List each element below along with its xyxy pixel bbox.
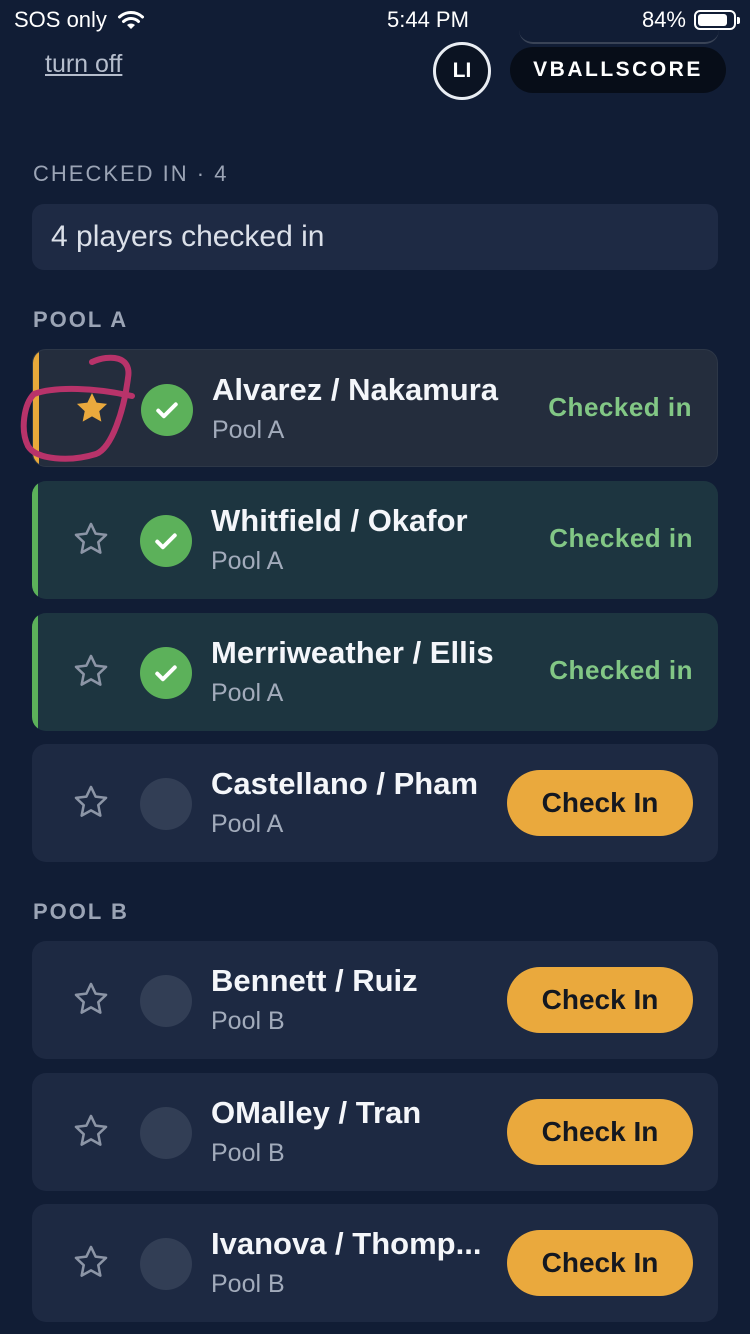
team-card[interactable]: Castellano / Pham Pool A Check In xyxy=(32,744,718,862)
pool-a-heading: POOL A xyxy=(33,307,129,332)
check-in-button[interactable]: Check In xyxy=(507,770,693,836)
check-in-button[interactable]: Check In xyxy=(507,1099,693,1165)
wifi-icon xyxy=(117,11,144,29)
unchecked-circle-icon xyxy=(140,1107,192,1159)
checked-in-status: Checked in xyxy=(549,523,693,553)
checked-in-summary: 4 players checked in xyxy=(32,204,718,270)
unchecked-circle-icon xyxy=(140,975,192,1027)
star-icon[interactable] xyxy=(72,980,110,1018)
star-icon[interactable] xyxy=(72,1112,110,1150)
team-names: OMalley / Tran xyxy=(211,1095,422,1130)
star-icon[interactable] xyxy=(72,652,110,690)
avatar[interactable]: LI xyxy=(433,42,491,100)
team-pool: Pool A xyxy=(211,810,284,838)
team-pool: Pool B xyxy=(211,1270,285,1298)
carrier-label: SOS only xyxy=(14,7,107,32)
checkmark-icon xyxy=(140,647,192,699)
star-icon[interactable] xyxy=(72,1243,110,1281)
team-names: Alvarez / Nakamura xyxy=(212,372,499,407)
checked-in-status: Checked in xyxy=(549,655,693,685)
team-card[interactable]: Merriweather / Ellis Pool A Checked in xyxy=(32,613,718,731)
team-pool: Pool B xyxy=(211,1007,285,1035)
team-names: Whitfield / Okafor xyxy=(211,503,468,538)
brand-badge[interactable]: VBALLSCORE xyxy=(510,47,726,93)
check-in-button[interactable]: Check In xyxy=(507,1230,693,1296)
team-pool: Pool B xyxy=(211,1139,285,1167)
team-card[interactable]: Bennett / Ruiz Pool B Check In xyxy=(32,941,718,1059)
team-card[interactable]: Whitfield / Okafor Pool A Checked in xyxy=(32,481,718,599)
team-pool: Pool A xyxy=(211,547,284,575)
turn-off-link[interactable]: turn off xyxy=(45,50,122,79)
check-in-button[interactable]: Check In xyxy=(507,967,693,1033)
team-names: Merriweather / Ellis xyxy=(211,635,494,670)
team-card[interactable]: OMalley / Tran Pool B Check In xyxy=(32,1073,718,1191)
checkmark-icon xyxy=(140,515,192,567)
team-names: Castellano / Pham xyxy=(211,766,479,801)
header-divider xyxy=(519,30,719,44)
star-icon[interactable] xyxy=(72,783,110,821)
team-pool: Pool A xyxy=(212,416,285,444)
battery-icon xyxy=(694,10,740,30)
checked-in-status: Checked in xyxy=(548,392,692,422)
checked-in-count-label: CHECKED IN · 4 xyxy=(33,161,229,186)
star-filled-icon[interactable] xyxy=(73,389,111,427)
pool-b-heading: POOL B xyxy=(33,899,129,924)
unchecked-circle-icon xyxy=(140,1238,192,1290)
checkmark-icon xyxy=(141,384,193,436)
unchecked-circle-icon xyxy=(140,778,192,830)
star-icon[interactable] xyxy=(72,520,110,558)
team-card[interactable]: Ivanova / Thomp... Pool B Check In xyxy=(32,1204,718,1322)
team-names: Bennett / Ruiz xyxy=(211,963,418,998)
team-pool: Pool A xyxy=(211,679,284,707)
team-names: Ivanova / Thomp... xyxy=(211,1226,482,1261)
team-card[interactable]: Alvarez / Nakamura Pool A Checked in xyxy=(32,349,718,467)
